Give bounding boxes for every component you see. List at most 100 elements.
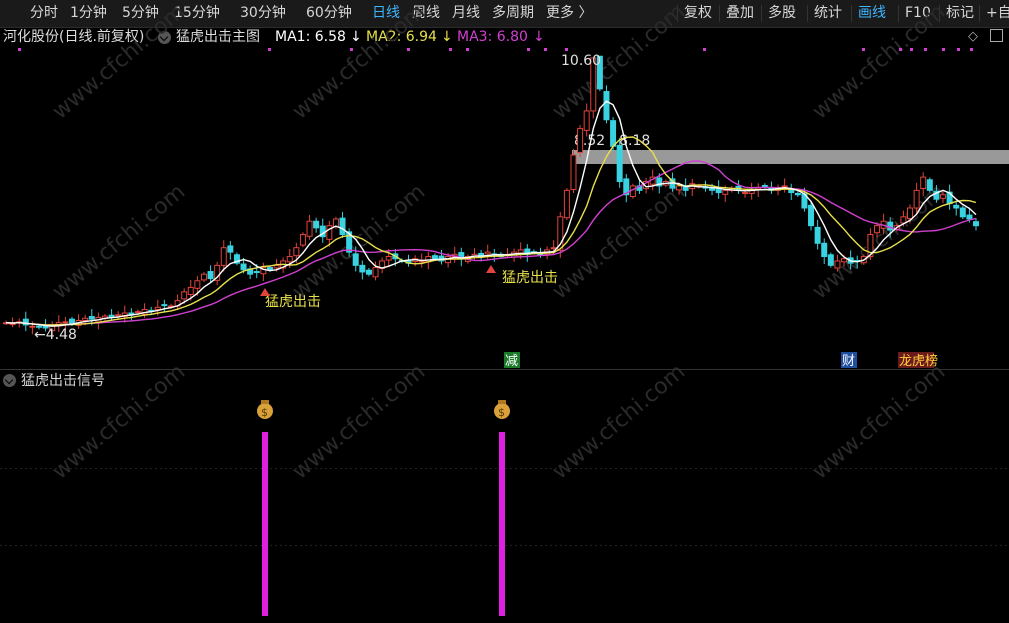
candle-body	[372, 267, 379, 278]
watermark-text: www.cfchi.com	[48, 179, 190, 304]
watermark-text: www.cfchi.com	[808, 359, 950, 484]
candle-body	[240, 263, 247, 271]
watermark-text: www.cfchi.com	[288, 179, 430, 304]
signal-bar	[262, 432, 268, 616]
candle-body	[62, 321, 69, 324]
event-dot	[899, 48, 902, 51]
signal-bars-layer: $ $	[257, 400, 510, 616]
candle-body	[88, 316, 95, 320]
signal-bar	[499, 432, 505, 616]
kline-chart[interactable]: www.cfchi.com www.cfchi.com www.cfchi.com w…	[0, 0, 1009, 623]
candle-body	[781, 185, 788, 188]
money-bag-icon	[498, 400, 506, 404]
event-dot	[565, 48, 568, 51]
candle-body	[299, 233, 306, 246]
event-dot	[970, 48, 973, 51]
candle-body	[577, 128, 584, 153]
candle-body	[761, 185, 768, 187]
candle-body	[253, 271, 260, 274]
candle-body	[722, 189, 729, 195]
event-dot	[703, 48, 706, 51]
candle-body	[959, 207, 966, 218]
candle-body	[313, 220, 320, 229]
signal-label-2: 猛虎出击	[502, 270, 558, 286]
candle-body	[821, 242, 828, 258]
candle-body	[676, 185, 683, 191]
candle-body	[953, 204, 960, 209]
sub-indicator-dropdown-icon[interactable]	[3, 374, 16, 387]
candle-body	[200, 273, 207, 281]
candle-body	[920, 176, 927, 190]
candle-body	[227, 245, 234, 253]
event-dot	[18, 48, 21, 51]
candle-body	[874, 225, 881, 234]
candle-body	[563, 189, 570, 219]
candle-body	[900, 216, 907, 224]
candle-body	[359, 264, 366, 273]
event-dot	[350, 48, 353, 51]
event-dot	[942, 48, 945, 51]
candle-body	[161, 304, 168, 307]
candle-body	[550, 247, 557, 250]
candle-body	[365, 269, 372, 275]
watermark-text: www.cfchi.com	[808, 0, 950, 125]
ma3-line	[5, 160, 977, 326]
candle-body	[220, 247, 227, 266]
candle-body	[808, 204, 815, 227]
candle-body	[517, 249, 524, 254]
high-price-label: 10.60	[561, 53, 601, 69]
watermark-text: www.cfchi.com	[288, 0, 430, 125]
sub-panel-title: 猛虎出击信号	[21, 373, 105, 389]
event-dot	[466, 48, 469, 51]
signal-arrow-1	[260, 288, 270, 296]
signal-arrow-2	[486, 265, 496, 273]
candle-body	[966, 214, 973, 220]
candle-body	[187, 286, 194, 295]
badge-jian[interactable]: 减	[504, 352, 520, 369]
low-price-label: ←4.48	[34, 327, 77, 343]
resistance-zone	[572, 150, 1009, 164]
candle-body	[841, 258, 848, 263]
watermark-text: www.cfchi.com	[288, 359, 430, 484]
candle-body	[926, 179, 933, 191]
candle-body	[134, 311, 141, 314]
candle-body	[266, 267, 273, 271]
candle-body	[352, 253, 359, 266]
candle-body	[207, 271, 214, 280]
top-event-dots	[18, 48, 973, 51]
event-dot	[407, 48, 410, 51]
candle-body	[940, 194, 947, 199]
candle-body	[610, 120, 617, 147]
event-dot	[527, 48, 530, 51]
candle-body	[273, 264, 280, 269]
badge-long[interactable]: 龙虎榜	[898, 352, 938, 369]
money-bag-icon	[261, 400, 269, 404]
candle-body	[115, 314, 122, 317]
candle-body	[68, 318, 75, 325]
candle-body	[603, 91, 610, 121]
event-dot	[924, 48, 927, 51]
badge-cai-text: 财	[842, 354, 855, 369]
money-bag-icon: $	[261, 406, 268, 419]
candle-body	[194, 280, 201, 289]
candle-body	[339, 217, 346, 235]
candle-body	[484, 251, 491, 255]
candle-body	[293, 247, 300, 257]
candle-body	[913, 189, 920, 209]
candle-body	[827, 254, 834, 266]
candle-body	[616, 144, 623, 183]
candle-body	[742, 192, 749, 195]
candle-body	[181, 291, 188, 300]
watermark-text: www.cfchi.com	[548, 359, 690, 484]
event-dot	[910, 48, 913, 51]
event-dot	[268, 48, 271, 51]
candle-body	[128, 312, 135, 315]
candle-body	[583, 110, 590, 131]
event-dot	[449, 48, 452, 51]
candle-body	[887, 221, 894, 231]
money-bag-icon: $	[498, 406, 505, 419]
badge-cai[interactable]: 财	[841, 352, 857, 369]
candle-body	[907, 207, 914, 220]
candle-body	[834, 260, 841, 269]
candle-body	[306, 220, 313, 237]
